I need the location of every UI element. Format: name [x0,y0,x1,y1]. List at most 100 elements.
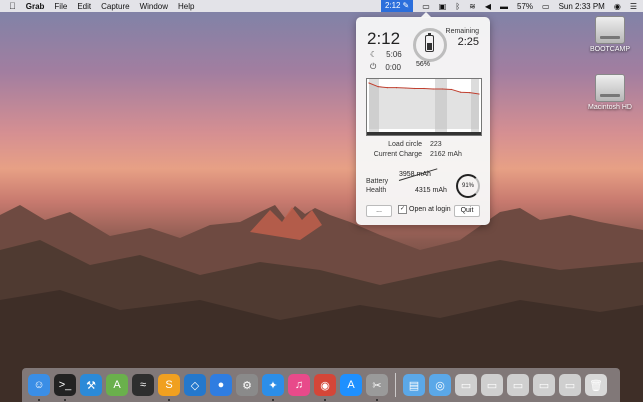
menu-file[interactable]: File [54,2,67,11]
menu-edit[interactable]: Edit [77,2,91,11]
chart-point [450,88,453,91]
battery-icon[interactable]: ▭ [542,2,550,11]
chart-point [478,93,480,95]
status-time: 2:12 [384,1,401,10]
safari-icon[interactable]: ✦ [262,374,284,401]
chart-point [405,87,407,89]
app-menu[interactable]: Grab [26,2,45,11]
health-design-capacity: 4315 mAh [415,187,447,194]
battery-popover: 2:12 ☾ 5:06 ⏻ 0:00 56% Remaining 2:25 Lo… [356,12,490,225]
screenshot-file-icon[interactable]: ▭ [455,374,477,396]
sleep-time: 5:06 [386,50,402,59]
dock-separator [395,373,396,397]
chart-point [469,92,471,94]
chart-baseline [367,132,481,135]
charge-band [435,79,447,132]
siri-icon[interactable]: ◉ [614,2,621,11]
off-time: 0:00 [385,62,401,72]
battery-percent-text: 56% [416,61,431,68]
battery-percent[interactable]: 57% [517,2,533,11]
menu-bar:  Grab File Edit Capture Window Help 2:1… [0,0,643,12]
health-percent-ring: 91% [456,174,480,198]
desktop-icon-macintosh-hd[interactable]: Macintosh HD [580,74,640,111]
chart-point [460,91,462,93]
drive-icon [595,74,625,102]
sleep-icon: ☾ [370,50,378,59]
screenshot-file-icon[interactable]: ▭ [481,374,503,396]
sublime-text-icon[interactable]: S [158,374,180,401]
bluetooth-icon[interactable]: ᛒ [455,2,460,11]
xcode-icon[interactable]: ⚒ [80,374,102,396]
finder-icon[interactable]: ☺ [28,374,50,401]
chart-point [368,82,370,84]
menu-window[interactable]: Window [140,2,168,11]
drive-icon [595,16,625,44]
maps-pin-icon[interactable]: ● [210,374,232,396]
android-studio-icon[interactable]: A [106,374,128,396]
health-label-line2: Health [366,187,387,194]
remaining-label: Remaining [445,28,479,35]
desktop-icon-label: BOOTCAMP [589,46,631,53]
chart-area [369,83,479,129]
vscode-icon[interactable]: ◇ [184,374,206,396]
chart-point [432,88,434,90]
health-label-line1: Battery [366,178,389,185]
health-percent: 91% [461,183,474,189]
battery-icon [425,33,434,52]
dock: ☺ >_ ⚒ A ≈ S ◇ ● ⚙ ✦ ♫ ◉ A ✂ ▤ ◎ ▭ ▭ ▭ ▭ ▭ 🗑 [22,368,620,402]
trash-icon[interactable]: 🗑 [585,374,607,396]
load-cycle-label: Load circle [388,141,422,148]
wifi-icon[interactable]: ≋ [469,2,476,11]
popover-arrow [420,12,432,18]
pen-icon: ✎ [402,1,410,10]
power-icon: ⏻ [370,62,377,71]
chart-point [423,87,425,90]
applications-folder-icon[interactable]: ▤ [403,374,425,396]
chart-point [395,87,398,89]
activity-monitor-icon[interactable]: ≈ [132,374,154,396]
elapsed-time: 2:12 [367,29,401,48]
screenshot-file-icon[interactable]: ▭ [533,374,555,396]
terminal-icon[interactable]: >_ [54,374,76,401]
checkbox-box[interactable]: ✓ [398,205,407,214]
current-charge-label: Current Charge [373,151,422,158]
load-cycle-value: 223 [430,141,442,148]
remaining-value: 2:25 [457,36,479,48]
system-preferences-icon[interactable]: ⚙ [236,374,258,396]
chart-point [441,88,443,90]
open-at-login-label: Open at login [409,206,451,213]
menu-help[interactable]: Help [178,2,194,11]
flag-icon[interactable]: ▬ [500,2,508,11]
current-charge-value: 2162 mAh [430,151,462,158]
volume-icon[interactable]: ◀ [485,2,491,11]
charge-band [471,79,479,132]
open-at-login-checkbox[interactable]: ✓ Open at login [398,205,451,214]
desktop-icon-label: Macintosh HD [588,104,632,111]
airplay-display-icon[interactable]: ▭ [422,2,430,11]
screenshot-file-icon[interactable]: ▭ [559,374,581,396]
chart-point [414,87,416,90]
quit-button[interactable]: Quit [454,205,480,217]
datetime[interactable]: Sun 2:33 PM [559,2,605,11]
desktop-wallpaper [0,205,643,402]
notification-center-icon[interactable]: ☰ [630,2,637,11]
chart-point [377,86,379,88]
battery-health-label: Battery Health [366,177,388,195]
downloads-folder-icon[interactable]: ◎ [429,374,451,396]
screenshot-file-icon[interactable]: ▭ [507,374,529,396]
grab-icon[interactable]: ✂ [366,374,388,401]
screen-icon[interactable]: ▣ [439,2,447,11]
battery-history-chart [366,78,482,136]
desktop-icon-bootcamp[interactable]: BOOTCAMP [580,16,640,53]
battery-app-status-item[interactable]: 2:12 ✎ [380,0,414,12]
battery-gauge [413,28,447,62]
more-button[interactable]: ... [366,205,392,217]
power-off-row: ⏻ 0:00 [370,62,401,72]
app-store-icon[interactable]: A [340,374,362,396]
sleep-row: ☾ 5:06 [370,50,402,59]
apple-menu-icon[interactable]:  [9,1,16,11]
itunes-icon[interactable]: ♫ [288,374,310,396]
chrome-icon[interactable]: ◉ [314,374,336,401]
chart-point [386,87,388,89]
menu-capture[interactable]: Capture [101,2,129,11]
